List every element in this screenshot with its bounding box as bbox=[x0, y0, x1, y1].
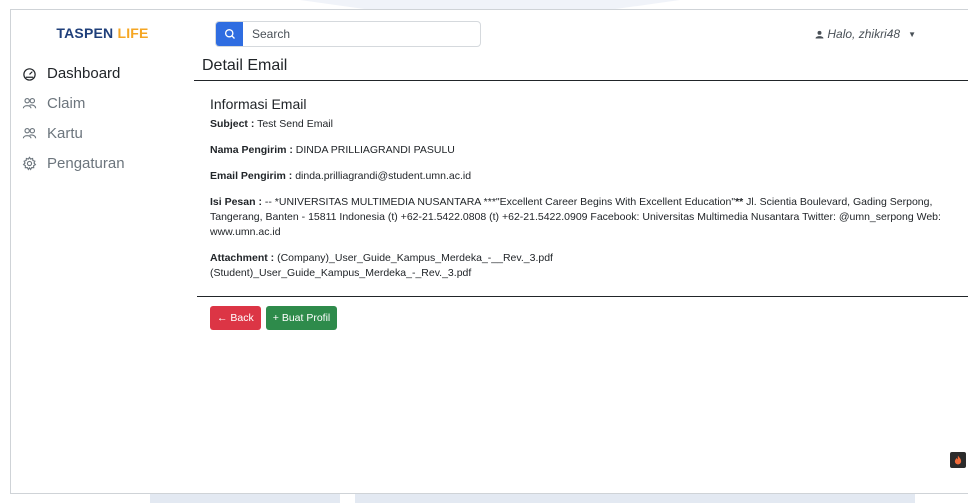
action-bar: ← Back + Buat Profil bbox=[210, 306, 338, 330]
brand-logo[interactable]: TASPEN LIFE bbox=[11, 25, 194, 41]
attachment-file-2[interactable]: (Student)_User_Guide_Kampus_Merdeka_-_Re… bbox=[210, 267, 471, 279]
attachment-label: Attachment : bbox=[210, 252, 275, 264]
user-menu[interactable]: Halo, zhikri48 ▼ bbox=[815, 27, 916, 41]
dashboard-icon bbox=[20, 64, 38, 82]
attachment-row: Attachment : (Company)_User_Guide_Kampus… bbox=[210, 251, 960, 281]
message-text-start: -- *UNIVERSITAS MULTIMEDIA NUSANTARA ***… bbox=[264, 196, 736, 208]
topbar: Halo, zhikri48 ▼ bbox=[194, 10, 968, 52]
sender-name-label: Nama Pengirim : bbox=[210, 144, 293, 156]
search-icon bbox=[224, 28, 235, 39]
search-button[interactable] bbox=[216, 22, 243, 46]
users-icon bbox=[20, 124, 38, 142]
gear-icon bbox=[20, 154, 38, 172]
sidebar-item-label: Dashboard bbox=[47, 64, 121, 82]
divider bbox=[194, 80, 968, 81]
create-profile-button[interactable]: + Buat Profil bbox=[265, 306, 338, 330]
sidebar-item-kartu[interactable]: Kartu bbox=[20, 118, 125, 148]
sidebar-nav: Dashboard Claim Kartu Pengaturan bbox=[20, 58, 125, 178]
sidebar-item-pengaturan[interactable]: Pengaturan bbox=[20, 148, 125, 178]
caret-down-icon: ▼ bbox=[908, 29, 916, 39]
brand-part-life: LIFE bbox=[117, 25, 149, 41]
user-icon bbox=[815, 30, 824, 38]
watermark-shape bbox=[355, 494, 915, 503]
back-button[interactable]: ← Back bbox=[210, 306, 261, 330]
divider bbox=[197, 296, 968, 297]
sender-name-value: DINDA PRILLIAGRANDI PASULU bbox=[295, 144, 455, 156]
sidebar-item-label: Claim bbox=[47, 94, 86, 112]
sender-email-value: dinda.prilliagrandi@student.umn.ac.id bbox=[295, 170, 472, 182]
subject-value: Test Send Email bbox=[257, 118, 333, 130]
email-details: Informasi Email Subject : Test Send Emai… bbox=[210, 96, 960, 292]
watermark-shape bbox=[150, 494, 340, 503]
message-label: Isi Pesan : bbox=[210, 196, 262, 208]
message-row: Isi Pesan : -- *UNIVERSITAS MULTIMEDIA N… bbox=[210, 195, 960, 240]
search-input[interactable] bbox=[243, 22, 473, 46]
sender-email-label: Email Pengirim : bbox=[210, 170, 293, 182]
users-icon bbox=[20, 94, 38, 112]
sidebar-item-label: Pengaturan bbox=[47, 154, 125, 172]
page-title: Detail Email bbox=[202, 57, 288, 74]
sender-email-row: Email Pengirim : dinda.prilliagrandi@stu… bbox=[210, 169, 960, 184]
flame-icon[interactable] bbox=[950, 452, 966, 468]
sidebar-item-dashboard[interactable]: Dashboard bbox=[20, 58, 125, 88]
search-box bbox=[215, 21, 481, 47]
user-greeting: Halo, zhikri48 bbox=[827, 27, 901, 41]
sender-name-row: Nama Pengirim : DINDA PRILLIAGRANDI PASU… bbox=[210, 143, 960, 158]
sidebar-item-label: Kartu bbox=[47, 124, 83, 142]
attachment-file-1[interactable]: (Company)_User_Guide_Kampus_Merdeka_-__R… bbox=[277, 252, 553, 264]
sidebar: TASPEN LIFE Dashboard Claim Kartu Pengat… bbox=[11, 10, 194, 493]
subject-row: Subject : Test Send Email bbox=[210, 117, 960, 132]
subject-label: Subject : bbox=[210, 118, 255, 130]
main-content: Detail Email Informasi Email Subject : T… bbox=[194, 52, 968, 493]
sidebar-item-claim[interactable]: Claim bbox=[20, 88, 125, 118]
brand-part-taspen: TASPEN bbox=[56, 25, 114, 41]
section-title: Informasi Email bbox=[210, 96, 307, 112]
